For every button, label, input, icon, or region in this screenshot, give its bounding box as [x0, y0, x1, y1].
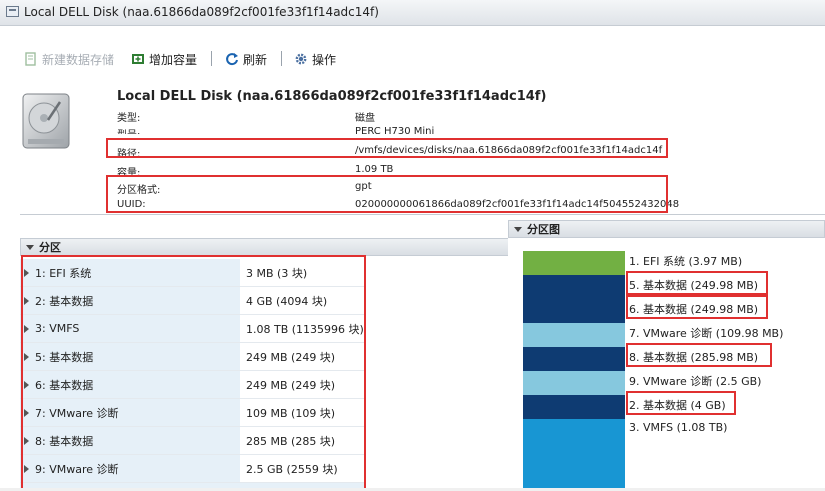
expand-triangle-icon	[24, 324, 29, 333]
partition-size: 3 MB (3 块)	[240, 259, 365, 286]
map-segment-vmware-diagnostic[interactable]	[523, 371, 625, 395]
map-segment-vmfs[interactable]	[523, 419, 625, 491]
expand-triangle-icon	[24, 268, 29, 277]
partition-row[interactable]: 8: 基本数据 285 MB (285 块)	[20, 427, 365, 455]
map-label: 9. VMware 诊断 (2.5 GB)	[629, 375, 762, 388]
expand-triangle-icon	[24, 352, 29, 361]
expand-triangle-icon	[24, 464, 29, 473]
path-label: 路径:	[117, 149, 141, 160]
partition-name: 1: EFI 系统	[35, 266, 92, 280]
uuid-label: UUID:	[117, 199, 146, 210]
disk-title: Local DELL Disk (naa.61866da089f2cf001fe…	[117, 89, 547, 104]
capacity-label: 容量:	[117, 168, 141, 179]
partition-size: 249 MB (249 块)	[240, 371, 365, 398]
toolbar-divider	[281, 51, 282, 66]
map-label: 8. 基本数据 (285.98 MB)	[629, 351, 759, 364]
window-title-bar: Local DELL Disk (naa.61866da089f2cf001fe…	[0, 0, 825, 26]
map-label: 5. 基本数据 (249.98 MB)	[629, 279, 759, 292]
map-segment-vmware-diagnostic[interactable]	[523, 323, 625, 347]
partition-row[interactable]: 3: VMFS 1.08 TB (1135996 块)	[20, 315, 365, 343]
disk-window-icon	[6, 6, 19, 17]
model-label: 型号:	[117, 126, 140, 134]
map-label: 6. 基本数据 (249.98 MB)	[629, 303, 759, 316]
expand-triangle-icon	[24, 408, 29, 417]
partition-map-panel-title: 分区图	[527, 223, 560, 236]
map-label: 2. 基本数据 (4 GB)	[629, 399, 726, 412]
map-segment-basic-data[interactable]	[523, 275, 625, 299]
refresh-button[interactable]: 刷新	[225, 50, 267, 68]
model-value: PERC H730 Mini	[355, 126, 435, 134]
partition-row[interactable]: 1: EFI 系统 3 MB (3 块)	[20, 259, 365, 287]
collapse-triangle-icon	[26, 244, 34, 250]
expand-triangle-icon	[24, 296, 29, 305]
uuid-value: 020000000061866da089f2cf001fe33f1f14adc1…	[355, 199, 680, 210]
partition-size: 2.5 GB (2559 块)	[240, 455, 365, 482]
toolbar-divider	[211, 51, 212, 66]
partition-name: 6: 基本数据	[35, 378, 94, 392]
actions-label: 操作	[312, 52, 337, 67]
partition-size: 4 GB (4094 块)	[240, 287, 365, 314]
expand-triangle-icon	[24, 380, 29, 389]
partition-name: 8: 基本数据	[35, 434, 94, 448]
type-value: 磁盘	[355, 113, 375, 124]
partition-row[interactable]: 5: 基本数据 249 MB (249 块)	[20, 343, 365, 371]
datastore-icon	[24, 52, 38, 66]
partition-name: 3: VMFS	[35, 322, 80, 335]
partitions-panel-title: 分区	[39, 241, 61, 254]
refresh-label: 刷新	[243, 52, 268, 67]
partition-row[interactable]: 9: VMware 诊断 2.5 GB (2559 块)	[20, 455, 365, 483]
map-segment-basic-data[interactable]	[523, 395, 625, 419]
partition-format-value: gpt	[355, 181, 372, 192]
partition-name: 9: VMware 诊断	[35, 462, 119, 476]
add-capacity-button[interactable]: 增加容量	[131, 50, 197, 68]
partition-row[interactable]: 7: VMware 诊断 109 MB (109 块)	[20, 399, 365, 427]
capacity-value: 1.09 TB	[355, 164, 394, 175]
map-segment-basic-data[interactable]	[523, 347, 625, 371]
path-value: /vmfs/devices/disks/naa.61866da089f2cf00…	[355, 145, 663, 156]
add-capacity-label: 增加容量	[149, 52, 198, 67]
map-segment-basic-data[interactable]	[523, 299, 625, 323]
partition-name: 7: VMware 诊断	[35, 406, 119, 420]
type-label: 类型:	[117, 113, 141, 124]
partitions-panel-header[interactable]: 分区	[20, 238, 510, 256]
gear-icon	[294, 52, 308, 66]
partition-name: 5: 基本数据	[35, 350, 94, 364]
map-segment-efi[interactable]	[523, 251, 625, 275]
partition-row[interactable]: 6: 基本数据 249 MB (249 块)	[20, 371, 365, 399]
actions-button[interactable]: 操作	[294, 50, 336, 68]
add-capacity-icon	[131, 52, 145, 66]
section-divider	[20, 214, 825, 215]
map-label: 1. EFI 系统 (3.97 MB)	[629, 255, 743, 268]
partition-size: 285 MB (285 块)	[240, 427, 365, 454]
expand-triangle-icon	[24, 436, 29, 445]
partition-size: 249 MB (249 块)	[240, 343, 365, 370]
partition-size: 109 MB (109 块)	[240, 399, 365, 426]
collapse-triangle-icon	[514, 226, 522, 232]
partition-format-label: 分区格式:	[117, 185, 161, 196]
partition-map-panel-header[interactable]: 分区图	[508, 220, 825, 238]
partition-name: 2: 基本数据	[35, 294, 94, 308]
map-label: 3. VMFS (1.08 TB)	[629, 421, 728, 434]
refresh-icon	[225, 52, 239, 66]
partition-size: 1.08 TB (1135996 块)	[240, 315, 365, 342]
window-title: Local DELL Disk (naa.61866da089f2cf001fe…	[24, 5, 379, 19]
partition-row[interactable]: 2: 基本数据 4 GB (4094 块)	[20, 287, 365, 315]
map-label: 7. VMware 诊断 (109.98 MB)	[629, 327, 784, 340]
new-datastore-button[interactable]: 新建数据存储	[24, 50, 114, 68]
new-datastore-label: 新建数据存储	[42, 52, 115, 67]
hard-disk-icon	[20, 92, 72, 150]
